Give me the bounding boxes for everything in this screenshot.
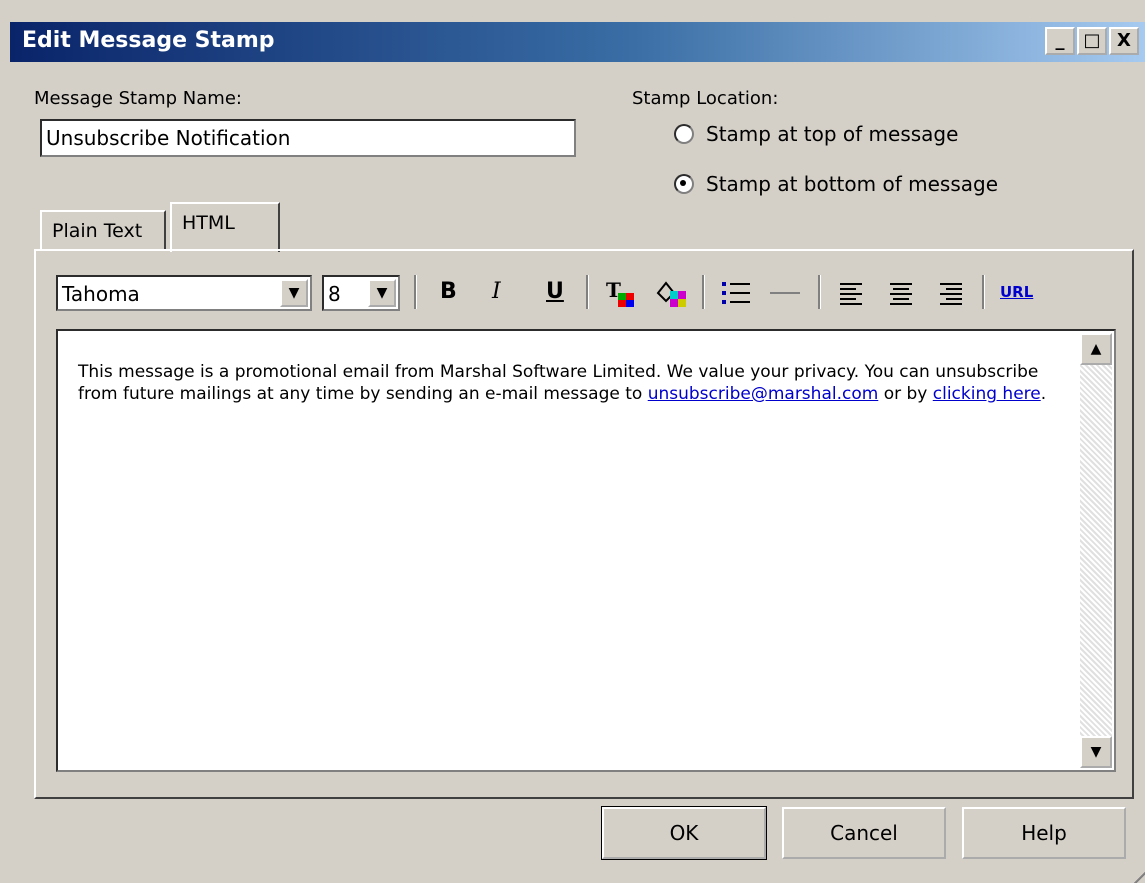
cancel-button[interactable]: Cancel bbox=[782, 807, 946, 859]
bullet-list-icon[interactable] bbox=[718, 275, 754, 317]
font-select[interactable]: Tahoma ▼ bbox=[56, 275, 312, 311]
tab-plain-text[interactable]: Plain Text bbox=[40, 210, 166, 250]
font-value: Tahoma bbox=[62, 282, 140, 306]
insert-url-button[interactable]: URL bbox=[1000, 283, 1033, 301]
radio-top-of-message[interactable]: Stamp at top of message bbox=[674, 122, 958, 146]
horizontal-rule-icon[interactable] bbox=[768, 275, 804, 317]
ok-button[interactable]: OK bbox=[601, 806, 767, 860]
unsubscribe-email-link[interactable]: unsubscribe@marshal.com bbox=[648, 384, 879, 404]
underline-button[interactable]: U bbox=[546, 279, 564, 304]
scroll-up-icon[interactable]: ▲ bbox=[1080, 333, 1112, 365]
window-controls: _ □ X bbox=[1045, 27, 1139, 55]
chevron-down-icon[interactable]: ▼ bbox=[280, 279, 308, 307]
window-title: Edit Message Stamp bbox=[22, 28, 275, 53]
title-bar: Edit Message Stamp _ □ X bbox=[10, 22, 1145, 62]
text-color-icon[interactable]: T bbox=[604, 275, 640, 317]
editor-text: or by bbox=[878, 384, 933, 404]
stamp-name-label: Message Stamp Name: bbox=[34, 88, 242, 109]
stamp-name-input[interactable]: Unsubscribe Notification bbox=[40, 119, 576, 157]
align-left-icon[interactable] bbox=[834, 275, 870, 317]
align-center-icon[interactable] bbox=[884, 275, 920, 317]
help-button[interactable]: Help bbox=[962, 807, 1126, 859]
stamp-location-label: Stamp Location: bbox=[632, 88, 779, 109]
resize-grip-icon[interactable] bbox=[1131, 869, 1145, 883]
align-right-icon[interactable] bbox=[934, 275, 970, 317]
maximize-button[interactable]: □ bbox=[1077, 27, 1107, 55]
chevron-down-icon[interactable]: ▼ bbox=[368, 279, 396, 307]
size-select[interactable]: 8 ▼ bbox=[322, 275, 400, 311]
italic-button[interactable]: I bbox=[492, 279, 501, 304]
radio-bottom-of-message[interactable]: Stamp at bottom of message bbox=[674, 172, 998, 196]
radio-bottom-icon[interactable] bbox=[674, 174, 694, 194]
html-editor[interactable]: This message is a promotional email from… bbox=[56, 329, 1116, 772]
toolbar-separator bbox=[982, 275, 985, 309]
dialog-body: Message Stamp Name: Unsubscribe Notifica… bbox=[10, 62, 1145, 883]
editor-content[interactable]: This message is a promotional email from… bbox=[78, 361, 1058, 405]
editor-text: . bbox=[1040, 384, 1047, 404]
size-value: 8 bbox=[328, 282, 341, 306]
minimize-button[interactable]: _ bbox=[1045, 27, 1075, 55]
formatting-toolbar: Tahoma ▼ 8 ▼ B I U T URL bbox=[56, 275, 1106, 317]
close-button[interactable]: X bbox=[1109, 27, 1139, 55]
toolbar-separator bbox=[586, 275, 589, 309]
html-tab-panel: Tahoma ▼ 8 ▼ B I U T URL This message is… bbox=[34, 249, 1134, 799]
radio-top-label: Stamp at top of message bbox=[706, 122, 959, 146]
radio-top-icon[interactable] bbox=[674, 124, 694, 144]
radio-bottom-label: Stamp at bottom of message bbox=[706, 172, 998, 196]
background-color-icon[interactable] bbox=[654, 275, 690, 317]
tab-html[interactable]: HTML bbox=[170, 202, 280, 252]
vertical-scrollbar[interactable]: ▲ ▼ bbox=[1080, 333, 1112, 768]
toolbar-separator bbox=[702, 275, 705, 309]
toolbar-separator bbox=[414, 275, 417, 309]
scroll-down-icon[interactable]: ▼ bbox=[1080, 736, 1112, 768]
toolbar-separator bbox=[818, 275, 821, 309]
clicking-here-link[interactable]: clicking here bbox=[933, 384, 1041, 404]
bold-button[interactable]: B bbox=[440, 279, 457, 304]
